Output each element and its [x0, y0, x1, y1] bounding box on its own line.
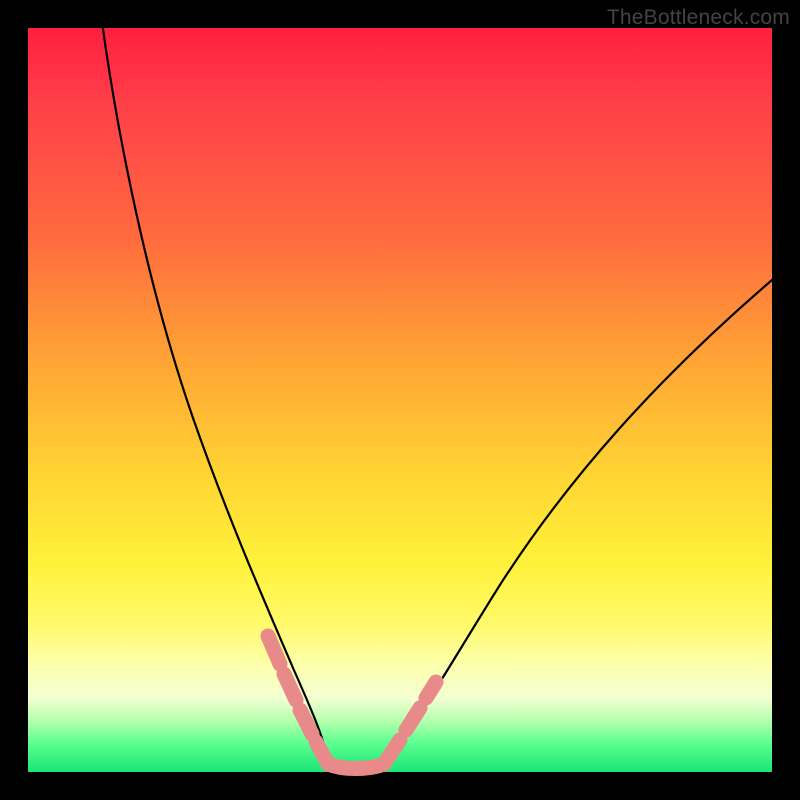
pink-overlay-left-3 — [300, 710, 312, 734]
chart-frame: TheBottleneck.com — [0, 0, 800, 800]
pink-overlay-left-4 — [316, 742, 326, 760]
curve-svg — [28, 28, 772, 772]
pink-overlay-right-3 — [426, 682, 436, 698]
watermark-text: TheBottleneck.com — [607, 6, 790, 30]
curve-left-branch — [102, 22, 328, 764]
pink-overlay-trough — [328, 764, 384, 769]
pink-overlay-right-2 — [406, 708, 420, 730]
plot-area — [28, 28, 772, 772]
pink-overlay-left-2 — [284, 674, 296, 700]
pink-overlay-left-1 — [268, 636, 280, 664]
curve-right-branch — [384, 280, 772, 764]
pink-overlay-right-1 — [388, 740, 400, 758]
